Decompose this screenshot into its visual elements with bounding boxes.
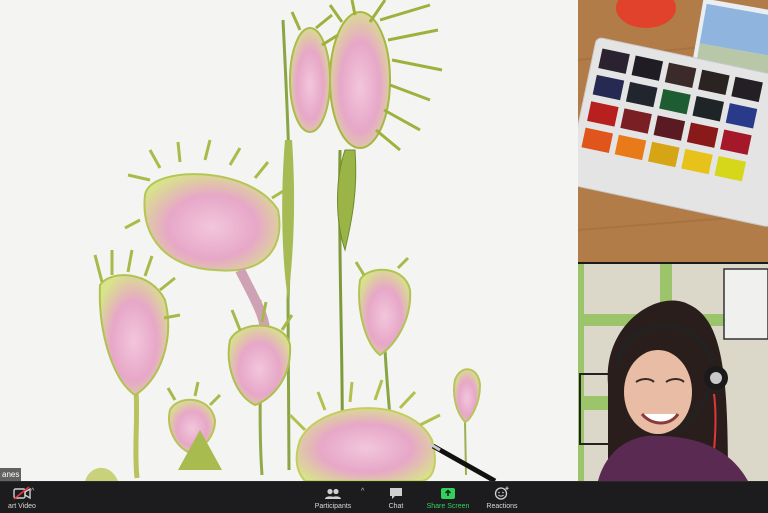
participants-icon: [324, 484, 342, 500]
participant-name-label: anes: [0, 468, 22, 481]
share-screen-label: Share Screen: [426, 503, 470, 510]
participants-button[interactable]: Participants: [308, 482, 358, 513]
chat-icon: [389, 484, 403, 500]
video-tile-person[interactable]: [578, 264, 768, 481]
reactions-icon: [494, 484, 510, 500]
start-video-label: art Video: [8, 503, 36, 510]
share-screen-icon: [440, 484, 456, 500]
meeting-toolbar: art Video ^ Participants ^ Chat Share Sc…: [0, 481, 768, 513]
video-off-icon: [13, 484, 31, 500]
share-screen-button[interactable]: Share Screen: [425, 482, 471, 513]
video-tile-palette[interactable]: [578, 0, 768, 262]
reactions-label: Reactions: [486, 503, 518, 510]
person-camera-feed: [578, 264, 768, 481]
start-video-button[interactable]: art Video: [2, 482, 42, 513]
shared-screen-view: [0, 0, 578, 481]
participants-label: Participants: [314, 503, 352, 510]
chat-button[interactable]: Chat: [381, 482, 411, 513]
palette-camera-feed: [578, 0, 768, 262]
video-options-caret[interactable]: ^: [31, 488, 34, 495]
participants-options-caret[interactable]: ^: [361, 488, 364, 495]
chat-label: Chat: [388, 503, 404, 510]
reactions-button[interactable]: Reactions: [484, 482, 520, 513]
watercolor-painting: [0, 0, 578, 481]
